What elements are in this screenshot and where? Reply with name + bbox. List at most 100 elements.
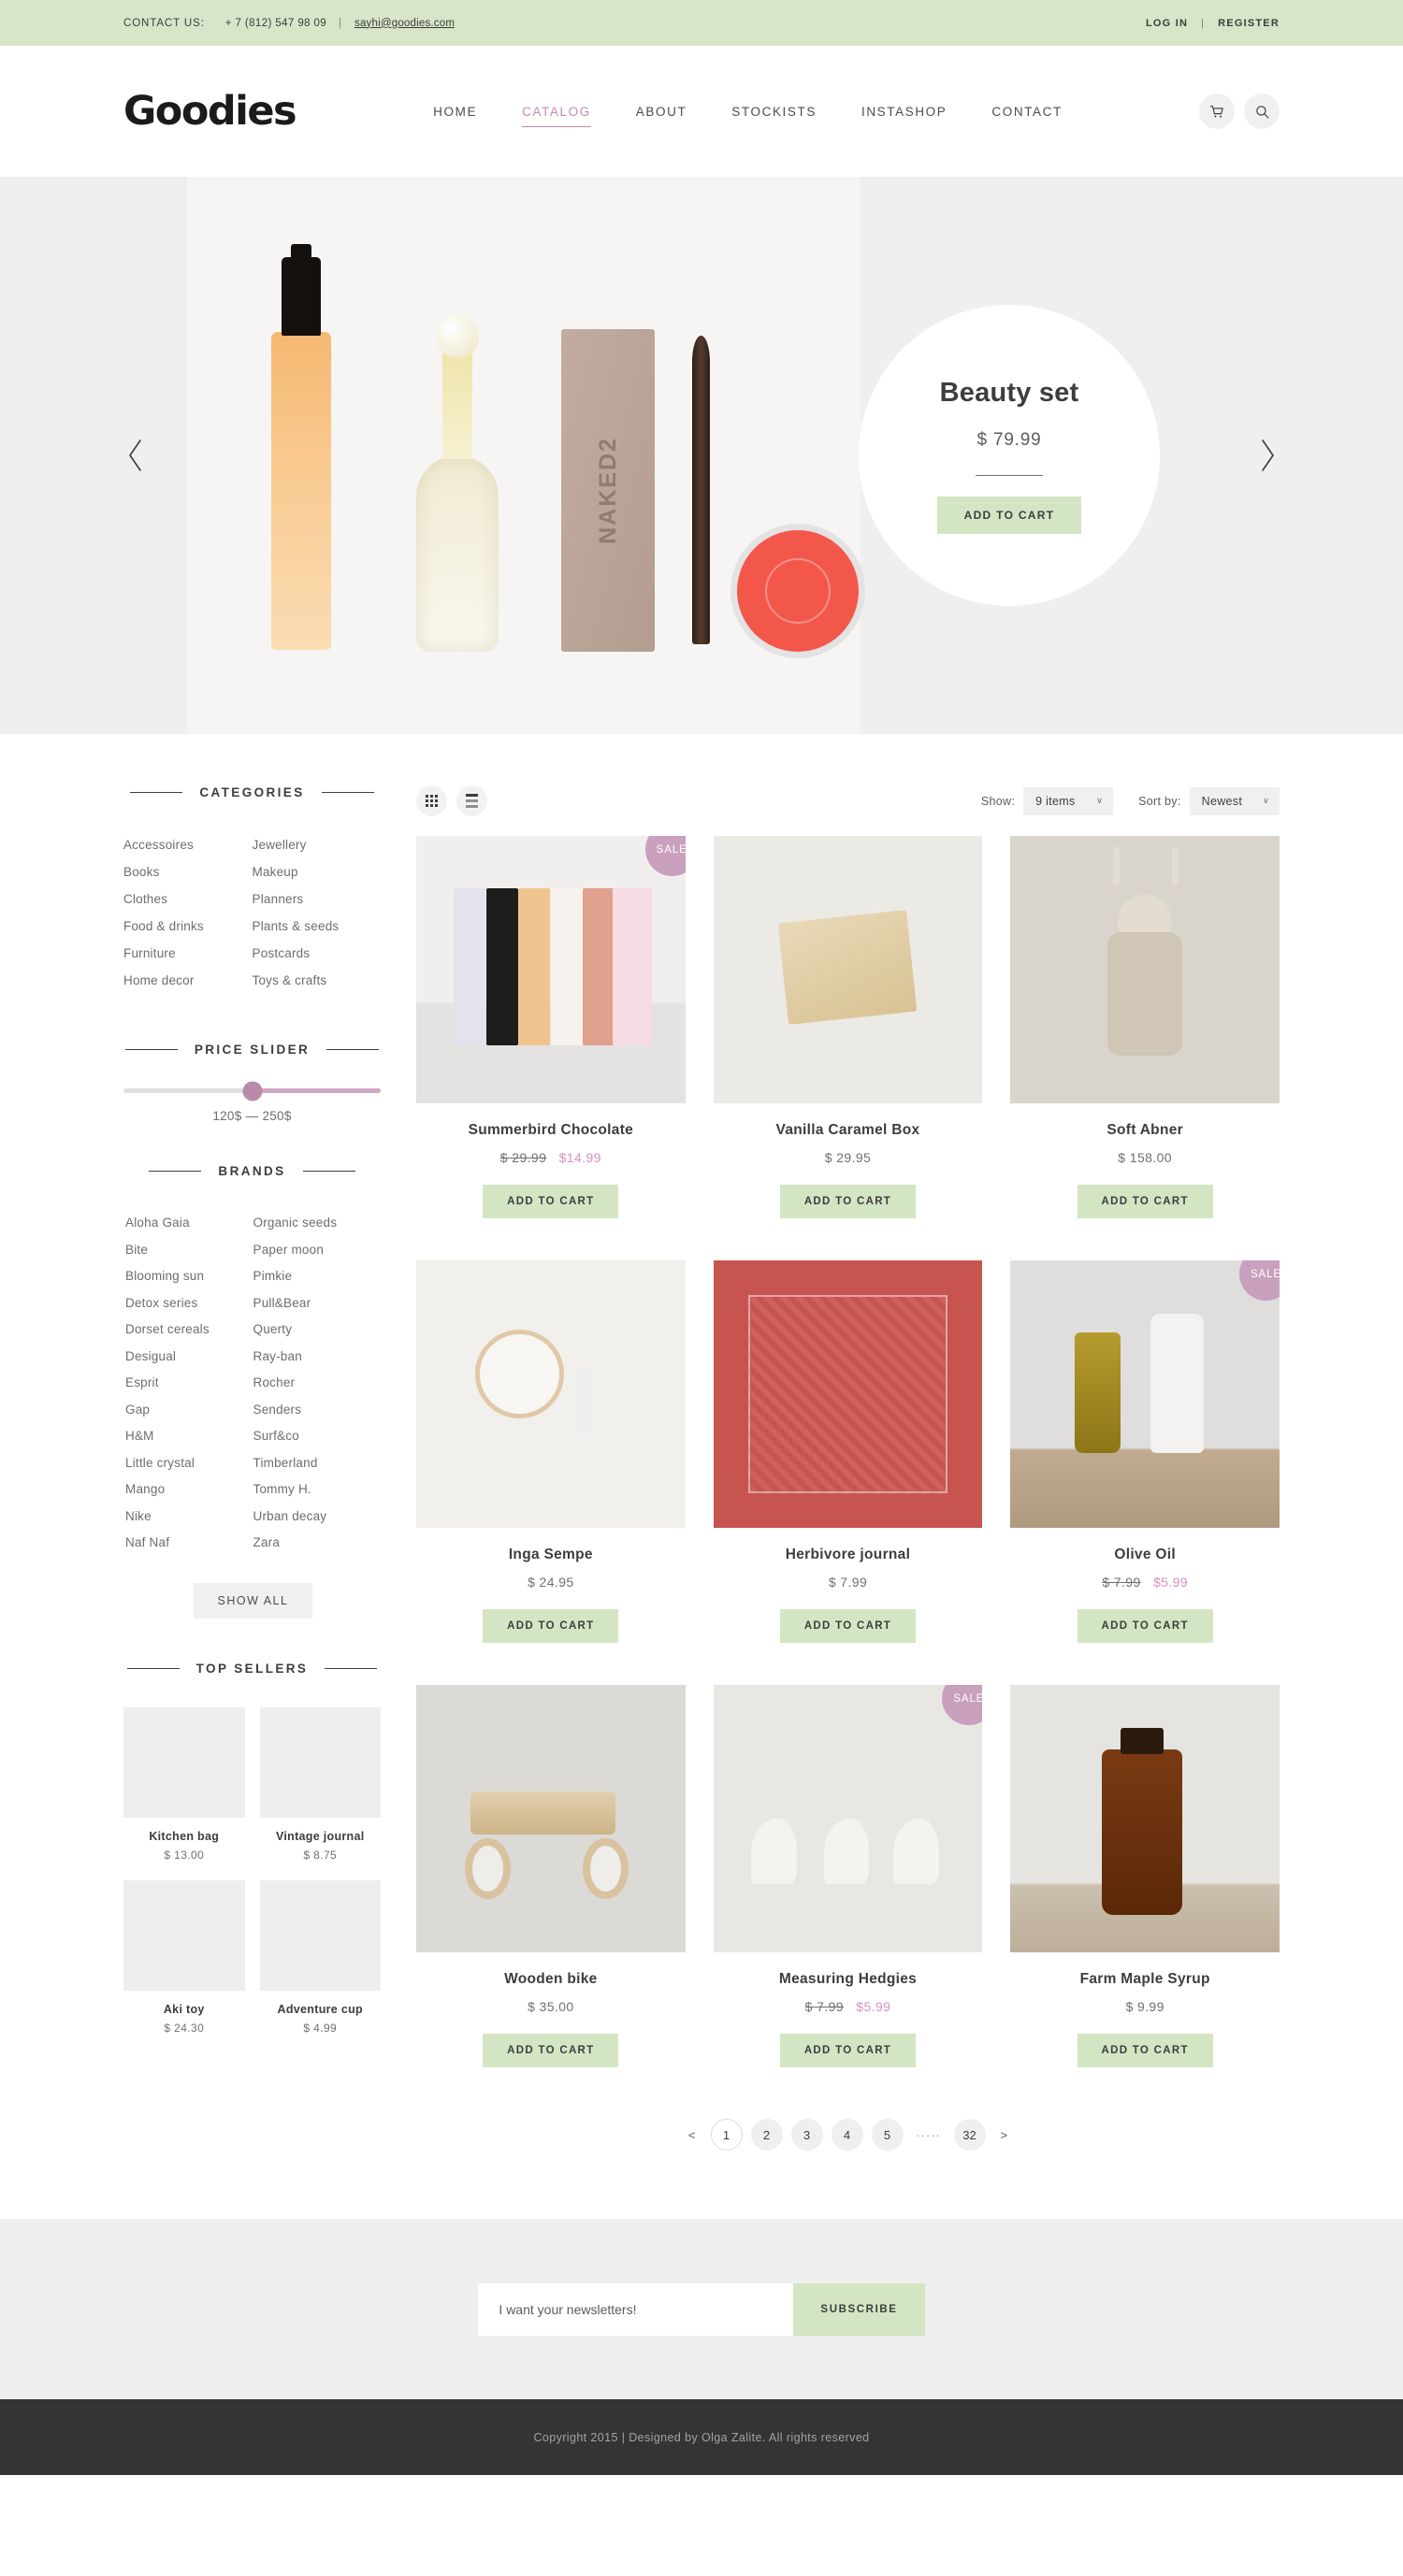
top-seller-item[interactable]: Kitchen bag $ 13.00 [123, 1706, 245, 1862]
category-item[interactable]: Home decor [123, 967, 253, 994]
add-to-cart-button[interactable]: ADD TO CART [1077, 1185, 1213, 1218]
sort-select[interactable]: Newest ∨ [1189, 786, 1280, 815]
contact-email-link[interactable]: sayhi@goodies.com [354, 18, 455, 29]
add-to-cart-button[interactable]: ADD TO CART [483, 1609, 619, 1643]
top-seller-item[interactable]: Aki toy $ 24.30 [123, 1879, 245, 2035]
brand-item[interactable]: Gap [125, 1397, 253, 1424]
brand-item[interactable]: Mango [125, 1476, 253, 1504]
pagination-page-2[interactable]: 2 [750, 2119, 783, 2151]
product-image[interactable] [1010, 836, 1280, 1103]
category-item[interactable]: Clothes [123, 885, 253, 913]
product-card[interactable]: SALE Summerbird Chocolate $ 29.99 $14.99… [416, 836, 686, 1218]
grid-view-button[interactable] [416, 785, 447, 816]
nav-stockists[interactable]: STOCKISTS [709, 105, 839, 119]
price-slider-handle[interactable] [242, 1081, 262, 1101]
brand-item[interactable]: Tommy H. [253, 1476, 382, 1504]
brand-item[interactable]: Senders [253, 1397, 382, 1424]
register-link[interactable]: REGISTER [1218, 18, 1280, 29]
nav-catalog[interactable]: CATALOG [499, 105, 614, 127]
product-image[interactable] [416, 1685, 686, 1952]
search-button[interactable] [1244, 94, 1280, 129]
product-image[interactable]: SALE [713, 1685, 983, 1952]
site-logo[interactable]: Goodies [123, 91, 297, 132]
nav-about[interactable]: ABOUT [614, 105, 710, 119]
brand-item[interactable]: Pimkie [253, 1263, 382, 1290]
pagination-page-1[interactable]: 1 [710, 2119, 743, 2151]
brand-item[interactable]: Naf Naf [125, 1530, 253, 1557]
add-to-cart-button[interactable]: ADD TO CART [1077, 1609, 1213, 1643]
brand-item[interactable]: Blooming sun [125, 1263, 253, 1290]
brand-item[interactable]: Organic seeds [253, 1210, 382, 1237]
product-card[interactable]: Farm Maple Syrup $ 9.99 ADD TO CART [1010, 1685, 1280, 2067]
add-to-cart-button[interactable]: ADD TO CART [779, 2034, 917, 2067]
category-item[interactable]: Planners [253, 885, 382, 913]
price-slider-track[interactable] [123, 1081, 381, 1101]
product-image[interactable]: SALE [1010, 1260, 1280, 1528]
carousel-next-button[interactable] [1249, 437, 1286, 474]
pagination-page-5[interactable]: 5 [871, 2119, 904, 2151]
brand-item[interactable]: Rocher [253, 1370, 382, 1397]
product-image[interactable] [1010, 1685, 1280, 1952]
top-seller-item[interactable]: Vintage journal $ 8.75 [259, 1706, 381, 1862]
add-to-cart-button[interactable]: ADD TO CART [483, 2034, 619, 2067]
category-item[interactable]: Furniture [123, 940, 253, 967]
product-card[interactable]: Herbivore journal $ 7.99 ADD TO CART [713, 1260, 983, 1643]
login-link[interactable]: LOG IN [1146, 18, 1188, 29]
brand-item[interactable]: Surf&co [253, 1423, 382, 1450]
top-seller-item[interactable]: Adventure cup $ 4.99 [259, 1879, 381, 2035]
cart-button[interactable] [1199, 94, 1235, 129]
nav-contact[interactable]: CONTACT [969, 105, 1084, 119]
brand-item[interactable]: Zara [253, 1530, 382, 1557]
nav-home[interactable]: HOME [411, 105, 499, 119]
subscribe-button[interactable]: SUBSCRIBE [793, 2282, 925, 2336]
brand-item[interactable]: Detox series [125, 1290, 253, 1317]
category-item[interactable]: Accessoires [123, 831, 253, 858]
brand-item[interactable]: Dorset cereals [125, 1317, 253, 1344]
add-to-cart-button[interactable]: ADD TO CART [1077, 2034, 1213, 2067]
product-card[interactable]: Vanilla Caramel Box $ 29.95 ADD TO CART [713, 836, 983, 1218]
category-item[interactable]: Plants & seeds [253, 913, 382, 940]
brand-item[interactable]: Ray-ban [253, 1344, 382, 1371]
category-item[interactable]: Toys & crafts [253, 967, 382, 994]
product-image[interactable] [416, 1260, 686, 1528]
category-item[interactable]: Books [123, 858, 253, 885]
brand-item[interactable]: Esprit [125, 1370, 253, 1397]
add-to-cart-button[interactable]: ADD TO CART [779, 1185, 917, 1218]
brand-item[interactable]: Querty [253, 1317, 382, 1344]
product-card[interactable]: SALE Olive Oil $ 7.99 $5.99 ADD TO CART [1010, 1260, 1280, 1643]
pagination-prev[interactable]: < [682, 2128, 702, 2142]
nav-instashop[interactable]: INSTASHOP [839, 105, 969, 119]
product-card[interactable]: SALE Measuring Hedgies $ 7.99 $5.99 ADD … [713, 1685, 983, 2067]
brand-item[interactable]: Desigual [125, 1344, 253, 1371]
carousel-prev-button[interactable] [117, 437, 154, 474]
category-item[interactable]: Makeup [253, 858, 382, 885]
product-card[interactable]: Wooden bike $ 35.00 ADD TO CART [416, 1685, 686, 2067]
brand-item[interactable]: Timberland [253, 1450, 382, 1477]
price-slider[interactable]: 120$ — 250$ [123, 1081, 381, 1123]
add-to-cart-button[interactable]: ADD TO CART [483, 1185, 619, 1218]
pagination-page-4[interactable]: 4 [831, 2119, 863, 2151]
pagination-page-last[interactable]: 32 [953, 2119, 986, 2151]
product-image[interactable] [713, 1260, 983, 1528]
pagination-next[interactable]: > [994, 2128, 1015, 2142]
add-to-cart-button[interactable]: ADD TO CART [779, 1609, 917, 1643]
pagination-page-3[interactable]: 3 [790, 2119, 823, 2151]
brand-item[interactable]: H&M [125, 1423, 253, 1450]
product-card[interactable]: Soft Abner $ 158.00 ADD TO CART [1010, 836, 1280, 1218]
list-view-button[interactable] [456, 785, 487, 816]
brand-item[interactable]: Urban decay [253, 1504, 382, 1531]
brand-item[interactable]: Bite [125, 1237, 253, 1264]
brand-item[interactable]: Aloha Gaia [125, 1210, 253, 1237]
brand-item[interactable]: Little crystal [125, 1450, 253, 1477]
category-item[interactable]: Postcards [253, 940, 382, 967]
product-card[interactable]: Inga Sempe $ 24.95 ADD TO CART [416, 1260, 686, 1643]
brand-item[interactable]: Nike [125, 1504, 253, 1531]
product-image[interactable]: SALE [416, 836, 686, 1103]
category-item[interactable]: Jewellery [253, 831, 382, 858]
brand-item[interactable]: Paper moon [253, 1237, 382, 1264]
brand-item[interactable]: Pull&Bear [253, 1290, 382, 1317]
show-select[interactable]: 9 items ∨ [1023, 786, 1114, 815]
hero-add-to-cart-button[interactable]: ADD TO CART [936, 496, 1082, 534]
product-image[interactable] [713, 836, 983, 1103]
show-all-brands-button[interactable]: SHOW ALL [193, 1582, 313, 1619]
